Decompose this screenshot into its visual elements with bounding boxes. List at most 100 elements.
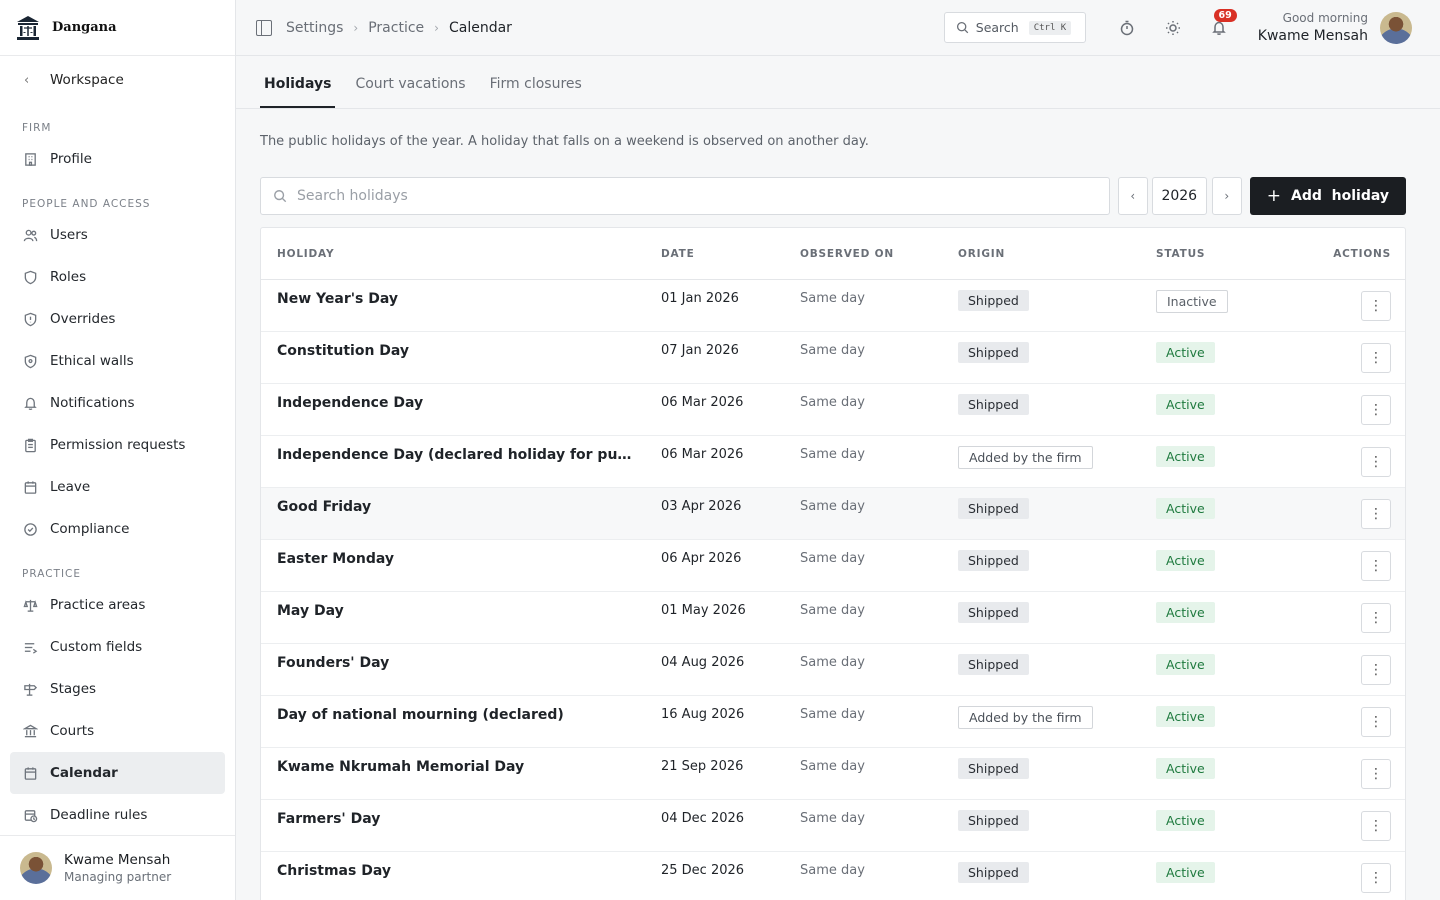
holiday-name: Kwame Nkrumah Memorial Day [277,759,525,775]
sidebar-user-card[interactable]: Kwame Mensah Managing partner [0,835,235,900]
building-icon [22,151,38,167]
observed-on: Same day [800,603,865,618]
more-vertical-icon: ⋮ [1369,350,1383,366]
column-header-status[interactable]: STATUS [1156,248,1296,260]
table-row[interactable]: May Day 01 May 2026 Same day Shipped Active ⋮ [261,592,1405,644]
holiday-search[interactable] [260,177,1110,215]
row-actions-button[interactable]: ⋮ [1361,499,1391,529]
list-icon [22,639,38,655]
sidebar-item-profile[interactable]: Profile [10,138,225,180]
column-header-origin[interactable]: ORIGIN [958,248,1156,260]
row-actions-button[interactable]: ⋮ [1361,447,1391,477]
row-actions-button[interactable]: ⋮ [1361,291,1391,321]
status-badge: Active [1156,706,1215,727]
search-holidays-input[interactable] [297,188,897,204]
timer-button[interactable] [1112,13,1142,43]
origin-badge: Shipped [958,498,1029,519]
breadcrumb-practice[interactable]: Practice [368,20,424,36]
observed-on: Same day [800,707,865,722]
tab-holidays[interactable]: Holidays [260,76,336,108]
avatar[interactable] [1380,11,1412,44]
row-actions-button[interactable]: ⋮ [1361,655,1391,685]
holiday-date: 25 Dec 2026 [661,863,745,878]
sidebar-item-roles[interactable]: Roles [10,256,225,298]
status-badge: Active [1156,758,1215,779]
holiday-date: 07 Jan 2026 [661,343,739,358]
table-row[interactable]: Good Friday 03 Apr 2026 Same day Shipped Act… [261,488,1405,540]
sidebar-item-users[interactable]: Users [10,214,225,256]
header-user-name: Kwame Mensah [1257,28,1368,44]
shield-icon [22,269,38,285]
sidebar-toggle-icon[interactable] [256,19,272,36]
observed-on: Same day [800,655,865,670]
table-row[interactable]: Independence Day 06 Mar 2026 Same day Shipp… [261,384,1405,436]
sidebar-item-custom-fields[interactable]: Custom fields [10,626,225,668]
table-row[interactable]: New Year's Day 01 Jan 2026 Same day Shipped… [261,280,1405,332]
settings-nav: ‹ Workspace FIRM Profile PEOPLE AND ACCE… [0,56,235,835]
sidebar-item-deadline-rules[interactable]: Deadline rules [10,794,225,835]
year-input[interactable]: 2026 [1151,177,1207,215]
holiday-name: Christmas Day [277,863,391,879]
column-header-date[interactable]: DATE [661,248,800,260]
table-row[interactable]: Independence Day (declared holiday for p… [261,436,1405,488]
column-header-holiday[interactable]: HOLIDAY [261,248,661,260]
add-holiday-button[interactable]: + Add holiday [1249,177,1406,215]
holiday-name: Founders' Day [277,655,390,671]
sidebar: Dangana ‹ Workspace FIRM Profile PEOPLE … [0,0,236,900]
search-label: Search [975,20,1019,35]
sidebar-item-courts[interactable]: Courts [10,710,225,752]
row-actions-button[interactable]: ⋮ [1361,551,1391,581]
holiday-name: May Day [277,603,344,619]
more-vertical-icon: ⋮ [1369,558,1383,574]
holidays-toolbar: ‹ 2026 › + Add holiday [260,177,1406,215]
calendar-clock-icon [22,807,38,823]
table-row[interactable]: Easter Monday 06 Apr 2026 Same day Shipped A… [261,540,1405,592]
tab-court-vacations[interactable]: Court vacations [351,76,469,108]
sidebar-item-label: Compliance [50,521,130,537]
row-actions-button[interactable]: ⋮ [1361,811,1391,841]
breadcrumb-settings[interactable]: Settings [286,20,343,36]
row-actions-button[interactable]: ⋮ [1361,343,1391,373]
column-header-observed-on[interactable]: OBSERVED ON [800,248,958,260]
tab-firm-closures[interactable]: Firm closures [486,76,586,108]
sidebar-item-compliance[interactable]: Compliance [10,508,225,550]
sidebar-item-overrides[interactable]: Overrides [10,298,225,340]
more-vertical-icon: ⋮ [1369,298,1383,314]
sidebar-item-notifications[interactable]: Notifications [10,382,225,424]
plus-icon: + [1266,186,1282,206]
table-row[interactable]: Day of national mourning (declared) 16 Au… [261,696,1405,748]
sidebar-item-stages[interactable]: Stages [10,668,225,710]
row-actions-button[interactable]: ⋮ [1361,863,1391,893]
row-actions-button[interactable]: ⋮ [1361,603,1391,633]
brand[interactable]: Dangana [0,0,235,56]
sidebar-item-permission-requests[interactable]: Permission requests [10,424,225,466]
row-actions-button[interactable]: ⋮ [1361,759,1391,789]
sidebar-item-calendar[interactable]: Calendar [10,752,225,794]
origin-badge: Shipped [958,862,1029,883]
bell-icon [1211,21,1226,35]
sidebar-item-label: Leave [50,479,91,495]
table-row[interactable]: Christmas Day 25 Dec 2026 Same day Shipped A… [261,852,1405,900]
table-row[interactable]: Constitution Day 07 Jan 2026 Same day Shipp… [261,332,1405,384]
back-to-workspace[interactable]: ‹ Workspace [0,56,235,104]
notifications-button[interactable]: 69 [1204,8,1237,43]
origin-badge: Shipped [958,810,1029,831]
status-badge: Active [1156,602,1215,623]
sidebar-item-leave[interactable]: Leave [10,466,225,508]
theme-toggle-button[interactable] [1158,13,1188,43]
sidebar-item-practice-areas[interactable]: Practice areas [10,584,225,626]
sidebar-item-ethical-walls[interactable]: Ethical walls [10,340,225,382]
shield-lock-icon [22,353,38,369]
next-year-button[interactable]: › [1211,177,1242,215]
row-actions-button[interactable]: ⋮ [1361,707,1391,737]
table-row[interactable]: Kwame Nkrumah Memorial Day 21 Sep 2026 Sam… [261,748,1405,800]
table-row[interactable]: Founders' Day 04 Aug 2026 Same day Shipped A… [261,644,1405,696]
previous-year-button[interactable]: ‹ [1117,177,1148,215]
observed-on: Same day [800,499,865,514]
table-row[interactable]: Farmers' Day 04 Dec 2026 Same day Shipped Ac… [261,800,1405,852]
observed-on: Same day [800,395,865,410]
holiday-date: 16 Aug 2026 [661,707,745,722]
global-search-button[interactable]: Search Ctrl K [943,12,1086,43]
row-actions-button[interactable]: ⋮ [1361,395,1391,425]
holiday-date: 04 Aug 2026 [661,655,745,670]
